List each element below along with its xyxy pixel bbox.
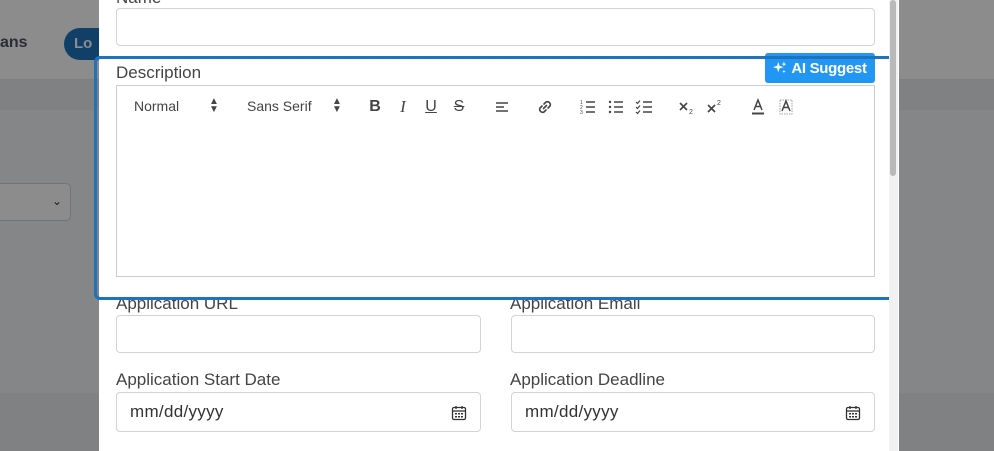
align-icon[interactable] bbox=[491, 96, 513, 118]
calendar-icon[interactable] bbox=[451, 405, 467, 421]
modal-scrollbar-thumb[interactable] bbox=[890, 0, 896, 176]
application-email-label: Application Email bbox=[510, 294, 641, 313]
application-deadline-input[interactable]: mm/dd/yyyy bbox=[511, 392, 875, 432]
application-start-date-label: Application Start Date bbox=[116, 370, 281, 389]
sparkle-icon bbox=[773, 61, 787, 74]
name-label: Name bbox=[116, 0, 161, 8]
description-editor[interactable] bbox=[116, 126, 875, 277]
ai-suggest-label: AI Suggest bbox=[791, 59, 867, 77]
calendar-icon[interactable] bbox=[845, 405, 861, 421]
italic-icon[interactable]: I bbox=[392, 96, 414, 118]
ai-suggest-button[interactable]: AI Suggest bbox=[765, 53, 875, 83]
bold-icon[interactable]: B bbox=[364, 96, 386, 118]
text-color-icon[interactable] bbox=[747, 96, 769, 118]
editor-toolbar: Normal ▲ ▼ Sans Serif ▲ ▼ B I U S 123 2 2 bbox=[116, 85, 875, 127]
ordered-list-icon[interactable]: 123 bbox=[577, 96, 599, 118]
bullet-list-icon[interactable] bbox=[605, 96, 627, 118]
svg-text:2: 2 bbox=[689, 109, 693, 116]
subscript-icon[interactable]: 2 bbox=[676, 96, 698, 118]
name-input[interactable] bbox=[116, 8, 875, 46]
description-label: Description bbox=[116, 63, 202, 82]
underline-icon[interactable]: U bbox=[420, 96, 442, 118]
application-deadline-label: Application Deadline bbox=[510, 370, 665, 389]
strike-icon[interactable]: S bbox=[448, 96, 470, 118]
superscript-icon[interactable]: 2 bbox=[704, 96, 726, 118]
check-list-icon[interactable] bbox=[633, 96, 655, 118]
start-date-placeholder: mm/dd/yyyy bbox=[130, 402, 224, 421]
application-url-label: Application URL bbox=[116, 294, 238, 313]
application-email-input[interactable] bbox=[511, 315, 875, 353]
link-icon[interactable] bbox=[534, 96, 556, 118]
svg-text:3: 3 bbox=[580, 110, 583, 116]
application-url-input[interactable] bbox=[116, 315, 481, 353]
deadline-placeholder: mm/dd/yyyy bbox=[525, 402, 619, 421]
header-select[interactable]: Normal bbox=[134, 98, 179, 114]
font-select[interactable]: Sans Serif bbox=[247, 98, 312, 114]
svg-text:2: 2 bbox=[717, 100, 721, 107]
background-color-icon[interactable] bbox=[775, 96, 797, 118]
font-select-arrows-icon: ▲ ▼ bbox=[332, 96, 342, 115]
application-start-date-input[interactable]: mm/dd/yyyy bbox=[116, 392, 481, 432]
header-select-arrows-icon: ▲ ▼ bbox=[209, 96, 219, 115]
